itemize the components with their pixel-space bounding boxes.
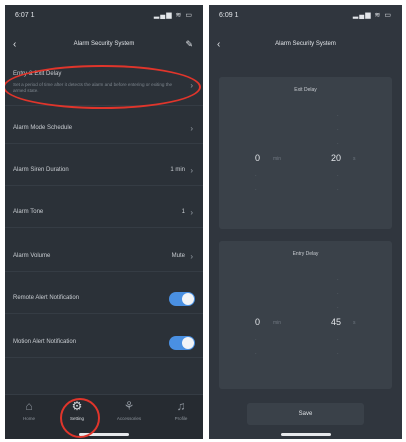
entry-delay-panel: Entry Delay · · · 0 min 45 s · · · ·: [219, 241, 392, 389]
nav-title: Alarm Security System: [275, 41, 336, 47]
status-time: 6:09 1: [219, 12, 239, 19]
row-label: Motion Alert Notification: [13, 339, 77, 345]
motion-alert-toggle[interactable]: [169, 336, 195, 350]
minutes-unit: min: [273, 156, 282, 162]
row-value: 1 min: [170, 167, 185, 173]
status-bar: 6:09 1 ▂▄▆ ≋ ▭: [209, 5, 402, 27]
chevron-right-icon: ›: [190, 124, 193, 133]
row-label: Alarm Mode Schedule: [13, 125, 73, 131]
tab-label: Accessories: [116, 416, 142, 421]
tab-bar: ⌂ Home ⚙ Setting ⚘ Accessories ♫ Profile: [5, 394, 203, 439]
seconds-unit: s: [353, 320, 356, 326]
tab-label: Profile: [174, 416, 188, 421]
chevron-right-icon: ›: [190, 166, 193, 175]
picker-option: ·: [337, 337, 339, 343]
picker-option: ·: [337, 351, 339, 357]
chevron-right-icon: ›: [190, 208, 193, 217]
picker-option: ·: [255, 337, 257, 343]
bell-icon: ♫: [176, 399, 186, 413]
picker-option: ·: [337, 291, 339, 297]
minutes-value[interactable]: 0: [255, 317, 260, 327]
toggle-knob: [182, 337, 194, 349]
row-motion-alert-notification: Motion Alert Notification: [5, 335, 203, 358]
picker-option: ·: [337, 127, 339, 133]
chevron-right-icon: ›: [190, 252, 193, 261]
row-label: Alarm Tone: [13, 209, 44, 215]
picker-option: ·: [337, 187, 339, 193]
picker-option: ·: [255, 173, 257, 179]
nav-bar: ‹ Alarm Security System: [209, 39, 402, 53]
seconds-value[interactable]: 45: [331, 317, 341, 327]
home-icon: ⌂: [25, 399, 33, 413]
status-icons: ▂▄▆ ≋ ▭: [352, 12, 392, 19]
nav-bar: ‹ Alarm Security System ✎: [5, 39, 203, 53]
picker-option: ·: [337, 141, 339, 147]
seconds-unit: s: [353, 156, 356, 162]
row-alarm-mode-schedule[interactable]: Alarm Mode Schedule ›: [5, 121, 203, 144]
status-icons: ▂▄▆ ≋ ▭: [153, 12, 193, 19]
row-label: Alarm Volume: [13, 253, 51, 259]
remote-alert-toggle[interactable]: [169, 292, 195, 306]
panel-title: Entry Delay: [292, 251, 319, 257]
annotation-circle: [5, 65, 201, 109]
picker-option: ·: [337, 173, 339, 179]
row-remote-alert-notification: Remote Alert Notification: [5, 291, 203, 314]
tab-accessories[interactable]: ⚘ Accessories: [109, 399, 149, 421]
screenshot-stage: 6:07 1 ▂▄▆ ≋ ▭ ‹ Alarm Security System ✎…: [0, 0, 406, 442]
picker-option: ·: [337, 113, 339, 119]
seconds-value[interactable]: 20: [331, 153, 341, 163]
settings-screen: 6:07 1 ▂▄▆ ≋ ▭ ‹ Alarm Security System ✎…: [5, 5, 203, 439]
status-time: 6:07 1: [15, 12, 35, 19]
panel-title: Exit Delay: [294, 87, 317, 93]
picker-option: ·: [255, 351, 257, 357]
accessories-icon: ⚘: [123, 399, 135, 413]
tab-label: Home: [22, 416, 35, 421]
exit-delay-panel: Exit Delay · · · 0 min 20 s · · · ·: [219, 77, 392, 229]
minutes-unit: min: [273, 320, 282, 326]
row-alarm-siren-duration[interactable]: Alarm Siren Duration 1 min ›: [5, 163, 203, 186]
picker-option: ·: [337, 305, 339, 311]
status-bar: 6:07 1 ▂▄▆ ≋ ▭: [5, 5, 203, 27]
row-alarm-volume[interactable]: Alarm Volume Mute ›: [5, 249, 203, 272]
row-label: Remote Alert Notification: [13, 295, 80, 301]
home-indicator: [281, 433, 331, 436]
row-label: Alarm Siren Duration: [13, 167, 69, 173]
edit-icon[interactable]: ✎: [185, 39, 193, 50]
annotation-circle: [60, 398, 100, 438]
minutes-value[interactable]: 0: [255, 153, 260, 163]
picker-option: ·: [337, 277, 339, 283]
row-value: Mute: [171, 253, 185, 259]
nav-title: Alarm Security System: [73, 41, 135, 47]
tab-home[interactable]: ⌂ Home: [9, 399, 49, 421]
delay-settings-screen: 6:09 1 ▂▄▆ ≋ ▭ ‹ Alarm Security System E…: [209, 5, 402, 439]
save-button[interactable]: Save: [247, 403, 364, 425]
row-alarm-tone[interactable]: Alarm Tone 1 ›: [5, 205, 203, 228]
picker-option: ·: [255, 187, 257, 193]
row-value: 1: [181, 209, 185, 215]
toggle-knob: [182, 293, 194, 305]
tab-profile[interactable]: ♫ Profile: [161, 399, 201, 421]
